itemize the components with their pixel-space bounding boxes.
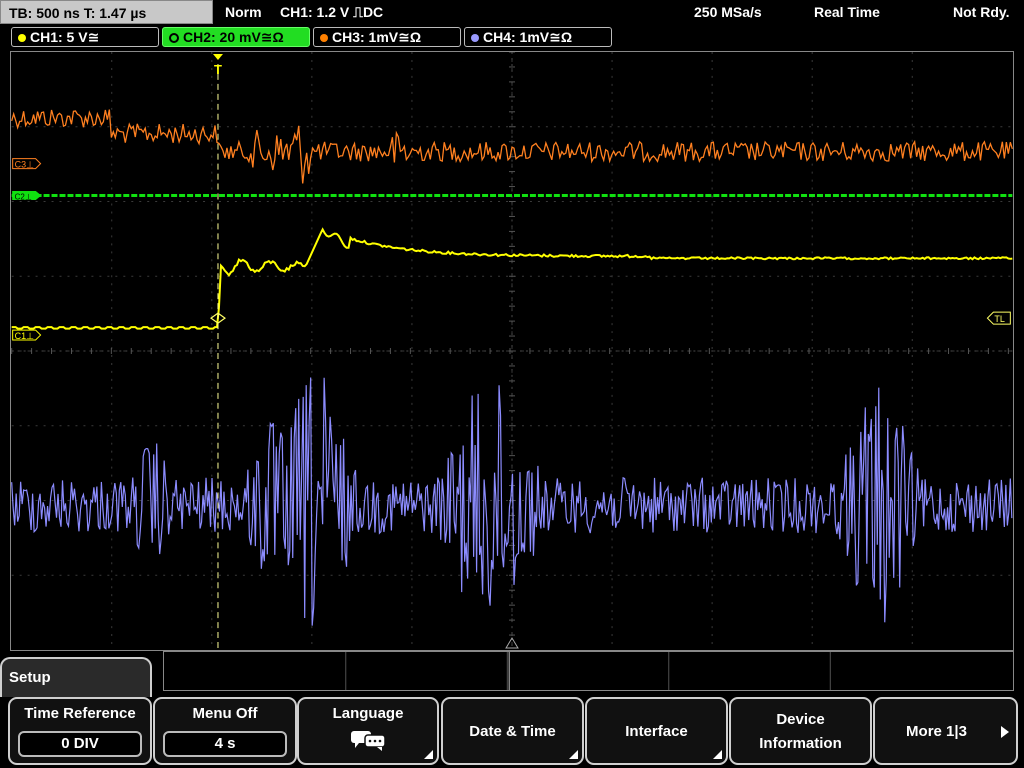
device-info-line2: Information [759, 735, 842, 752]
svg-text:C3⊥: C3⊥ [15, 160, 34, 170]
trigger-level-marker[interactable]: TL [986, 311, 1011, 325]
submenu-indicator-icon [424, 750, 433, 759]
trigger-mode[interactable]: Norm [225, 0, 262, 24]
tab-ch2[interactable]: CH2: 20 mV≅Ω [162, 27, 310, 47]
svg-text:C2⊥: C2⊥ [15, 193, 32, 202]
tab-ch1[interactable]: CH1: 5 V≅ [11, 27, 159, 47]
ready-state: Not Rdy. [953, 4, 1010, 20]
ch1-color-dot [18, 34, 26, 43]
trigger-setting[interactable]: CH1: 1.2 V ⎍DC [280, 0, 383, 24]
ch4-color-dot [471, 34, 479, 43]
language-button[interactable]: Language [297, 697, 439, 765]
time-reference-button[interactable]: Time Reference 0 DIV [8, 697, 152, 765]
interface-button[interactable]: Interface [585, 697, 728, 765]
submenu-indicator-icon [713, 750, 722, 759]
ch3-label: CH3: 1mV≅Ω [332, 29, 422, 45]
device-information-button[interactable]: Device Information [729, 697, 872, 765]
more-label: More 1|3 [906, 723, 967, 740]
speech-bubbles-icon [351, 731, 386, 751]
date-time-label: Date & Time [469, 723, 556, 740]
more-button[interactable]: More 1|3 [873, 697, 1018, 765]
ch1-offset-marker[interactable]: C1⊥ [12, 329, 42, 341]
svg-text:T: T [214, 62, 222, 77]
menu-off-label: Menu Off [192, 705, 258, 722]
ch2-offset-marker[interactable]: C2⊥ [12, 191, 42, 202]
date-time-button[interactable]: Date & Time [441, 697, 584, 765]
timebase-readout[interactable]: TB: 500 ns T: 1.47 µs [0, 0, 213, 24]
tab-ch3[interactable]: CH3: 1mV≅Ω [313, 27, 461, 47]
time-reference-value: 0 DIV [18, 731, 142, 757]
svg-text:C1⊥: C1⊥ [15, 331, 34, 341]
language-label: Language [332, 705, 404, 722]
graticule [11, 52, 1013, 650]
interface-label: Interface [625, 723, 688, 740]
trigger-marker[interactable]: T [213, 53, 223, 77]
status-bar: Norm CH1: 1.2 V ⎍DC 250 MSa/s Real Time … [214, 0, 1024, 24]
acquisition-mode: Real Time [814, 4, 880, 20]
svg-text:TL: TL [994, 314, 1004, 324]
sample-rate: 250 MSa/s [694, 4, 762, 20]
ch1-label: CH1: 5 V≅ [30, 29, 100, 45]
ch3-color-dot [320, 34, 328, 43]
ch2-label: CH2: 20 mV≅Ω [183, 29, 284, 45]
ch2-color-dot [169, 33, 179, 44]
waveform-display[interactable]: T C3⊥ C2⊥ C1⊥ TL [10, 51, 1014, 651]
ch3-offset-marker[interactable]: C3⊥ [12, 158, 42, 170]
device-info-line1: Device [776, 711, 825, 728]
ch4-label: CH4: 1mV≅Ω [483, 29, 573, 45]
submenu-indicator-icon [569, 750, 578, 759]
menu-title-setup: Setup [0, 657, 152, 697]
arrow-right-icon [1001, 726, 1009, 738]
menu-off-value: 4 s [163, 731, 287, 757]
time-reference-label: Time Reference [24, 705, 136, 722]
tab-ch4[interactable]: CH4: 1mV≅Ω [464, 27, 612, 47]
menu-off-button[interactable]: Menu Off 4 s [153, 697, 297, 765]
overview-strip [163, 651, 1014, 691]
